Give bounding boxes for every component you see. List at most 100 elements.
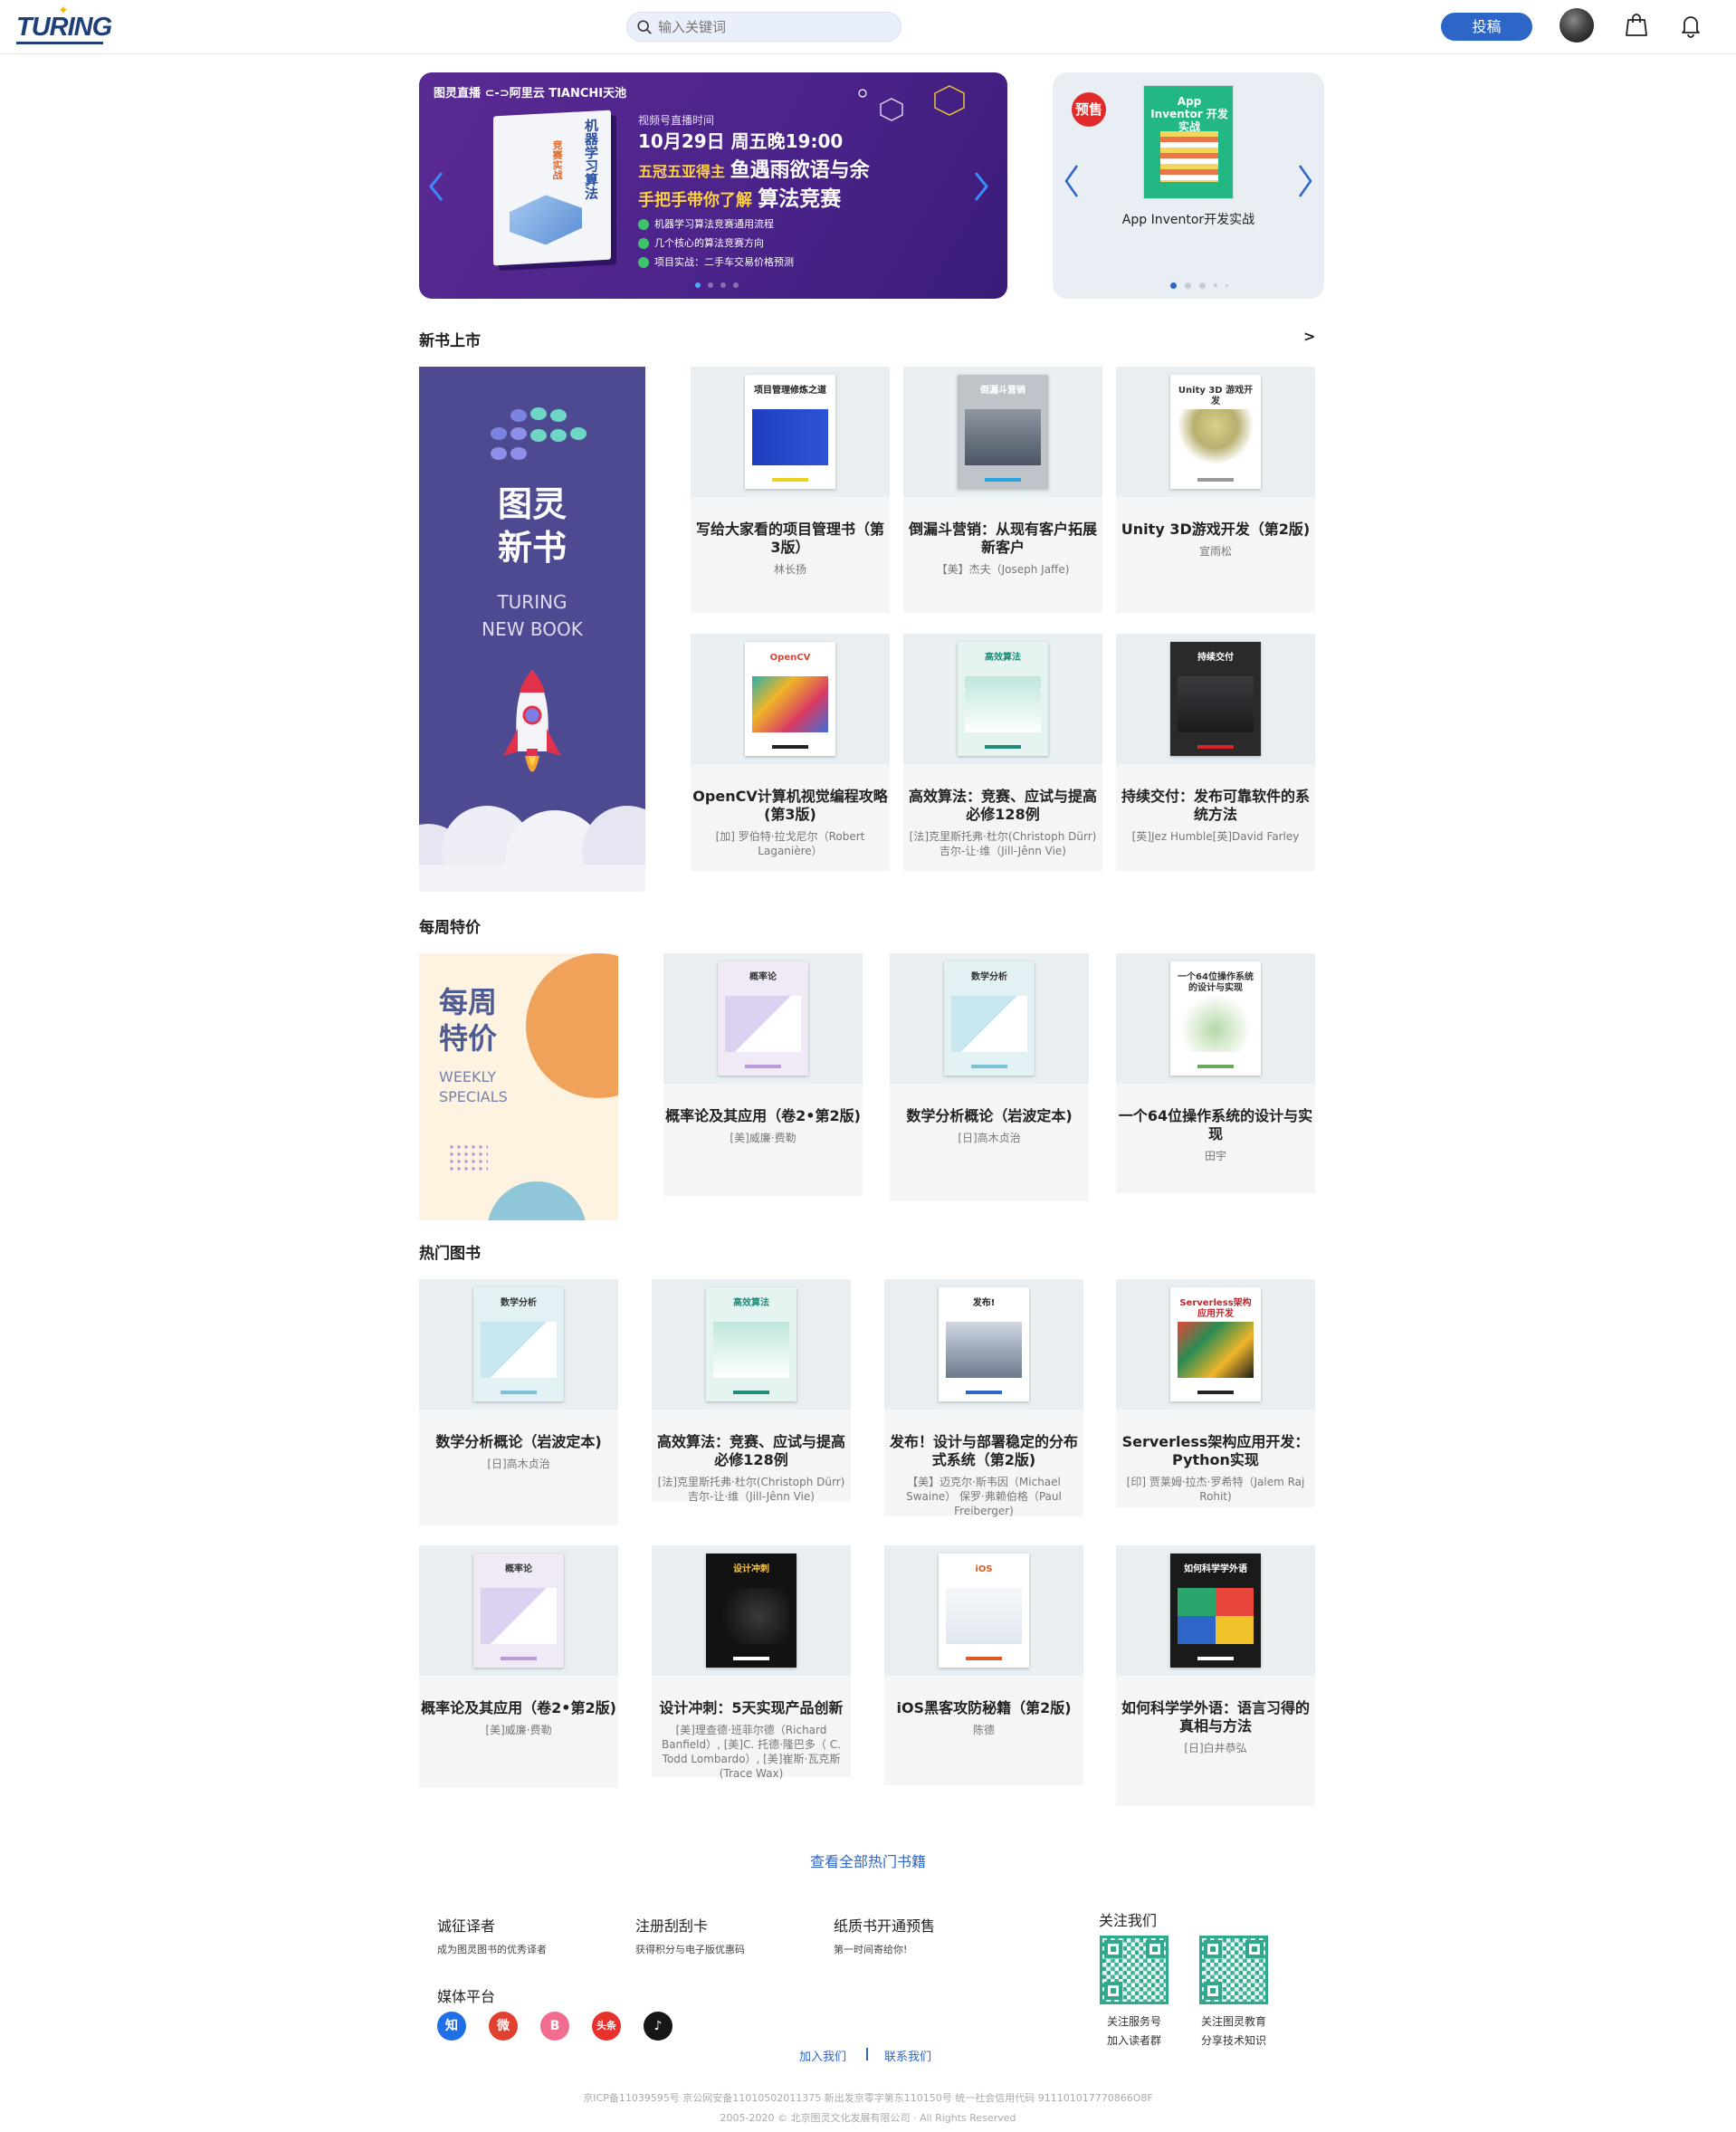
book-card[interactable]: 高效算法 高效算法：竞赛、应试与提高必修128例 [法]克里斯托弗·杜尔(Chr… (903, 634, 1102, 871)
pagination-dot[interactable] (1185, 282, 1191, 289)
book-card[interactable]: iOS iOS黑客攻防秘籍（第2版) 陈德 (884, 1545, 1083, 1785)
banner-headline-1-prefix: 五冠五亚得主 (638, 163, 726, 180)
shopping-bag-icon[interactable] (1625, 13, 1648, 38)
pagination-dot[interactable] (1199, 282, 1206, 289)
book-title[interactable]: 数学分析概论（岩波定本) (419, 1433, 618, 1451)
book-title[interactable]: 数学分析概论（岩波定本) (890, 1107, 1089, 1125)
book-card[interactable]: 倒漏斗营销 倒漏斗营销：从现有客户拓展新客户 【美】杰夫（Joseph Jaff… (903, 367, 1102, 613)
pagination-dot[interactable] (1226, 284, 1228, 287)
book-cover-publisher-mark (733, 1657, 769, 1660)
search-icon[interactable] (636, 19, 653, 35)
book-cover[interactable]: 高效算法 (706, 1287, 796, 1401)
weekly-specials-promo-banner[interactable]: 每周 特价 WEEKLY SPECIALS (419, 953, 618, 1220)
book-cover[interactable]: 如何科学学外语 (1170, 1554, 1261, 1668)
pagination-dot[interactable] (1170, 282, 1177, 289)
book-cover[interactable]: 高效算法 (958, 642, 1048, 756)
side-banner-book-cover[interactable]: App Inventor 开发实战 (1143, 85, 1234, 199)
book-title[interactable]: Unity 3D游戏开发（第2版) (1116, 521, 1315, 539)
avatar[interactable] (1560, 8, 1594, 43)
book-card[interactable]: 概率论 概率论及其应用（卷2•第2版) [美]威廉·费勒 (419, 1545, 618, 1788)
book-cover-publisher-mark (985, 478, 1021, 482)
book-card[interactable]: Serverless架构应用开发 Serverless架构应用开发：Python… (1116, 1279, 1315, 1507)
book-card[interactable]: 一个64位操作系统的设计与实现 一个64位操作系统的设计与实现 田宇 (1116, 953, 1315, 1193)
book-title[interactable]: 一个64位操作系统的设计与实现 (1116, 1107, 1315, 1143)
submit-manuscript-button[interactable]: 投稿 (1441, 13, 1532, 41)
book-card[interactable]: 项目管理修炼之道 写给大家看的项目管理书（第3版） 林长扬 (691, 367, 890, 613)
promo-weekly-subtitle: WEEKLY SPECIALS (439, 1068, 508, 1105)
book-cover[interactable]: iOS (939, 1554, 1029, 1668)
book-cover-title: Serverless架构应用开发 (1179, 1298, 1252, 1319)
book-cover[interactable]: 项目管理修炼之道 (745, 375, 835, 489)
pagination-dot[interactable] (720, 282, 726, 288)
pagination-dot[interactable] (733, 282, 739, 288)
book-cover[interactable]: Serverless架构应用开发 (1170, 1287, 1261, 1401)
main-banner-carousel[interactable]: 图灵直播 ⊂-⊃阿里云 TIANCHI天池 机器学习算法 竞赛实战 视频号直播时… (419, 72, 1007, 299)
side-banner-caption[interactable]: App Inventor开发实战 (1107, 210, 1270, 228)
bilibili-icon[interactable]: B (540, 2012, 569, 2041)
bell-icon[interactable] (1678, 13, 1703, 38)
book-title[interactable]: 概率论及其应用（卷2•第2版) (663, 1107, 863, 1125)
view-all-hot-books-link[interactable]: 查看全部热门书籍 (0, 1850, 1736, 1871)
weibo-icon[interactable]: 微 (489, 2012, 518, 2041)
join-us-link[interactable]: 加入我们 (799, 2047, 846, 2064)
new-book-promo-banner[interactable]: 图灵 新书 TURING NEW BOOK (419, 367, 645, 892)
book-cover[interactable]: 概率论 (473, 1554, 564, 1668)
zhihu-icon[interactable]: 知 (437, 2012, 466, 2041)
book-card[interactable]: 数学分析 数学分析概论（岩波定本) [日]高木贞治 (419, 1279, 618, 1525)
footer-presale-title[interactable]: 纸质书开通预售 (834, 1914, 935, 1936)
pagination-dot[interactable] (1214, 283, 1217, 287)
book-cover[interactable]: 数学分析 (473, 1287, 564, 1401)
book-title[interactable]: iOS黑客攻防秘籍（第2版) (884, 1699, 1083, 1717)
book-card[interactable]: 如何科学学外语 如何科学学外语：语言习得的真相与方法 [日]白井恭弘 (1116, 1545, 1315, 1806)
book-card[interactable]: OpenCV OpenCV计算机视觉编程攻略(第3版) [加] 罗伯特·拉戈尼尔… (691, 634, 890, 871)
side-banner-prev-arrow-icon[interactable] (1064, 163, 1080, 199)
book-card[interactable]: 发布! 发布！设计与部署稳定的分布式系统（第2版) 【美】迈克尔·斯韦因（Mic… (884, 1279, 1083, 1517)
side-banner-carousel[interactable]: 预售 App Inventor 开发实战 App Inventor开发实战 (1053, 72, 1324, 299)
banner-prev-arrow-icon[interactable] (428, 170, 444, 203)
book-card[interactable]: Unity 3D 游戏开发 Unity 3D游戏开发（第2版) 宣雨松 (1116, 367, 1315, 613)
pagination-dot[interactable] (708, 282, 713, 288)
footer-scratch-card-sub: 获得积分与电子版优惠码 (635, 1944, 745, 1955)
book-cover[interactable]: 发布! (939, 1287, 1029, 1401)
side-banner-next-arrow-icon[interactable] (1297, 163, 1313, 199)
turing-logo[interactable]: ✦ TURING (16, 4, 112, 47)
douyin-icon[interactable]: ♪ (644, 2012, 672, 2041)
search-box[interactable] (626, 12, 901, 42)
book-card[interactable]: 概率论 概率论及其应用（卷2•第2版) [美]威廉·费勒 (663, 953, 863, 1196)
book-title[interactable]: 概率论及其应用（卷2•第2版) (419, 1699, 618, 1717)
banner-next-arrow-icon[interactable] (973, 170, 989, 203)
book-card[interactable]: 持续交付 持续交付：发布可靠软件的系统方法 [英]Jez Humble[英]Da… (1116, 634, 1315, 871)
book-title[interactable]: 设计冲刺：5天实现产品创新 (652, 1699, 851, 1717)
book-title[interactable]: OpenCV计算机视觉编程攻略(第3版) (691, 788, 890, 824)
book-title[interactable]: 如何科学学外语：语言习得的真相与方法 (1116, 1699, 1315, 1735)
book-cover[interactable]: 设计冲刺 (706, 1554, 796, 1668)
book-card[interactable]: 数学分析 数学分析概论（岩波定本) [日]高木贞治 (890, 953, 1089, 1201)
footer-scratch-card-title[interactable]: 注册刮刮卡 (635, 1914, 708, 1936)
book-title[interactable]: 持续交付：发布可靠软件的系统方法 (1116, 788, 1315, 824)
book-cover[interactable]: 持续交付 (1170, 642, 1261, 756)
book-cover[interactable]: 一个64位操作系统的设计与实现 (1170, 961, 1261, 1076)
book-cover[interactable]: 倒漏斗营销 (958, 375, 1048, 489)
book-card[interactable]: 设计冲刺 设计冲刺：5天实现产品创新 [美]理查德·班菲尔德（Richard B… (652, 1545, 851, 1780)
book-cover-title: 高效算法 (985, 653, 1021, 663)
book-title[interactable]: 写给大家看的项目管理书（第3版） (691, 521, 890, 557)
book-title[interactable]: Serverless架构应用开发：Python实现 (1116, 1433, 1315, 1469)
pagination-dot[interactable] (695, 282, 701, 288)
book-title[interactable]: 高效算法：竞赛、应试与提高必修128例 (903, 788, 1102, 824)
book-cover[interactable]: 数学分析 (944, 961, 1035, 1076)
book-cover[interactable]: Unity 3D 游戏开发 (1170, 375, 1261, 489)
search-input[interactable] (658, 15, 889, 39)
book-card[interactable]: 高效算法 高效算法：竞赛、应试与提高必修128例 [法]克里斯托弗·杜尔(Chr… (652, 1279, 851, 1503)
footer-translator-title[interactable]: 诚征译者 (437, 1914, 495, 1936)
toutiao-icon[interactable]: 头条 (592, 2012, 621, 2041)
book-cover[interactable]: OpenCV (745, 642, 835, 756)
new-books-more-link[interactable]: > (1303, 328, 1315, 345)
book-title[interactable]: 高效算法：竞赛、应试与提高必修128例 (652, 1433, 851, 1469)
cloud-graphic (419, 806, 645, 892)
book-cover-title: 倒漏斗营销 (980, 386, 1025, 396)
book-title[interactable]: 倒漏斗营销：从现有客户拓展新客户 (903, 521, 1102, 557)
book-cover[interactable]: 概率论 (718, 961, 808, 1076)
book-title[interactable]: 发布！设计与部署稳定的分布式系统（第2版) (884, 1433, 1083, 1469)
book-cover-publisher-mark (733, 1391, 769, 1394)
contact-us-link[interactable]: 联系我们 (884, 2047, 931, 2064)
